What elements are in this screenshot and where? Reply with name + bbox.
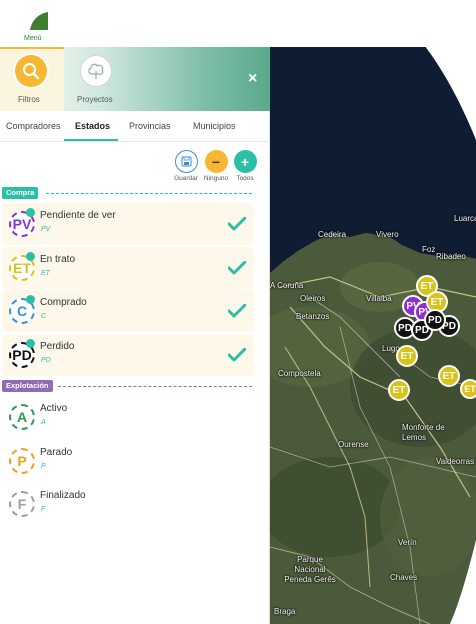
group-divider (46, 193, 252, 194)
estado-name: En trato (40, 254, 76, 265)
tree-icon[interactable] (80, 55, 112, 87)
filter-panel: Filtros Proyectos × Compradores Estados … (0, 47, 270, 624)
map-place-label: Braga (274, 607, 296, 616)
subtab-provincias[interactable]: Provincias (129, 121, 171, 131)
map-view[interactable]: Cedeira Vivero Luarca Foz Ribadeo A Coru… (270, 47, 476, 624)
map-marker-et[interactable]: ET (460, 379, 476, 399)
map-place-label: Ourense (338, 440, 369, 449)
subtab-estados[interactable]: Estados (75, 121, 110, 131)
estado-name: Finalizado (40, 490, 86, 501)
check-icon[interactable] (226, 257, 248, 279)
estado-code: F (41, 506, 46, 513)
ninguno-action[interactable]: − Ninguno (202, 150, 230, 182)
map-place-label: Foz (422, 245, 436, 254)
map-place-label: Betanzos (296, 312, 330, 321)
estado-badge-icon: A (9, 404, 35, 430)
map-marker-et[interactable]: ET (388, 379, 410, 401)
estado-badge-icon: F (9, 491, 35, 517)
todos-label: Todos (236, 175, 254, 182)
subtab-compradores[interactable]: Compradores (6, 121, 61, 131)
estado-code: P (41, 463, 46, 470)
estado-name: Parado (40, 447, 73, 458)
estado-code: C (41, 313, 47, 320)
menu-label[interactable]: Menú (24, 35, 42, 42)
search-icon[interactable] (15, 55, 47, 87)
menu-leaf-icon[interactable] (30, 12, 48, 30)
group-badge-compra: Compra (2, 187, 39, 199)
tab-label-proyectos[interactable]: Proyectos (77, 95, 113, 104)
active-dot (26, 208, 35, 217)
map-place-label: Vivero (376, 230, 399, 239)
estado-name: Pendiente de ver (40, 210, 116, 221)
map-marker-pd[interactable]: PD (424, 309, 446, 331)
estado-item-pd[interactable]: PD Perdido PD (2, 334, 254, 376)
top-bar: Menú (0, 0, 270, 47)
map-place-label: Chaves (390, 573, 418, 582)
tab-label-filtros[interactable]: Filtros (18, 95, 40, 104)
estado-code: PV (41, 226, 51, 233)
group-badge-explotacion: Explotación (2, 380, 53, 392)
subtab-bar: Compradores Estados Provincias Municipio… (0, 111, 270, 142)
guardar-action[interactable]: Guardar (172, 150, 200, 182)
group-divider (58, 386, 252, 387)
estado-code: A (41, 419, 46, 426)
estado-item-et[interactable]: ET En trato ET (2, 247, 254, 289)
close-icon[interactable]: × (248, 71, 257, 87)
estado-name: Perdido (40, 341, 75, 352)
ninguno-label: Ninguno (203, 175, 229, 182)
estado-item-p[interactable]: P Parado P (2, 440, 254, 482)
panel-header: Filtros Proyectos × (0, 47, 270, 111)
check-icon[interactable] (226, 213, 248, 235)
estado-badge-icon: P (9, 448, 35, 474)
estado-name: Activo (40, 403, 68, 414)
map-place-label: Villalba (366, 294, 392, 303)
check-icon[interactable] (226, 300, 248, 322)
map-place-label: Verín (398, 538, 417, 547)
map-place-label: Valdeorras (436, 457, 475, 466)
estado-item-c[interactable]: C Comprado C (2, 290, 254, 332)
active-dot (26, 252, 35, 261)
estado-code: ET (41, 270, 50, 277)
map-marker-et[interactable]: ET (396, 345, 418, 367)
todos-action[interactable]: + Todos (231, 150, 259, 182)
subtab-municipios[interactable]: Municipios (193, 121, 236, 131)
map-place-label: A Coruña (270, 281, 304, 290)
estado-item-pv[interactable]: PV Pendiente de ver PV (2, 203, 254, 245)
estado-name: Comprado (40, 297, 87, 308)
map-place-label: Compostela (278, 369, 321, 378)
map-place-label: Ribadeo (436, 252, 466, 261)
map-place-label: Monforte de Lemos (402, 423, 445, 442)
save-icon[interactable] (174, 150, 198, 173)
active-dot (26, 339, 35, 348)
map-marker-et[interactable]: ET (438, 365, 460, 387)
map-place-label: Oleiros (300, 294, 326, 303)
map-place-label: Cedeira (318, 230, 347, 239)
map-place-label: Luarca (454, 214, 476, 223)
estado-code: PD (41, 357, 51, 364)
estado-item-f[interactable]: F Finalizado F (2, 483, 254, 525)
minus-icon[interactable]: − (204, 150, 228, 173)
plus-icon[interactable]: + (233, 150, 257, 173)
active-tab-indicator (64, 139, 118, 141)
map-place-label: Parque Nacional Peneda Gerês (284, 555, 336, 584)
guardar-label: Guardar (174, 175, 198, 182)
estado-item-a[interactable]: A Activo A (2, 396, 254, 438)
check-icon[interactable] (226, 344, 248, 366)
active-dot (26, 295, 35, 304)
